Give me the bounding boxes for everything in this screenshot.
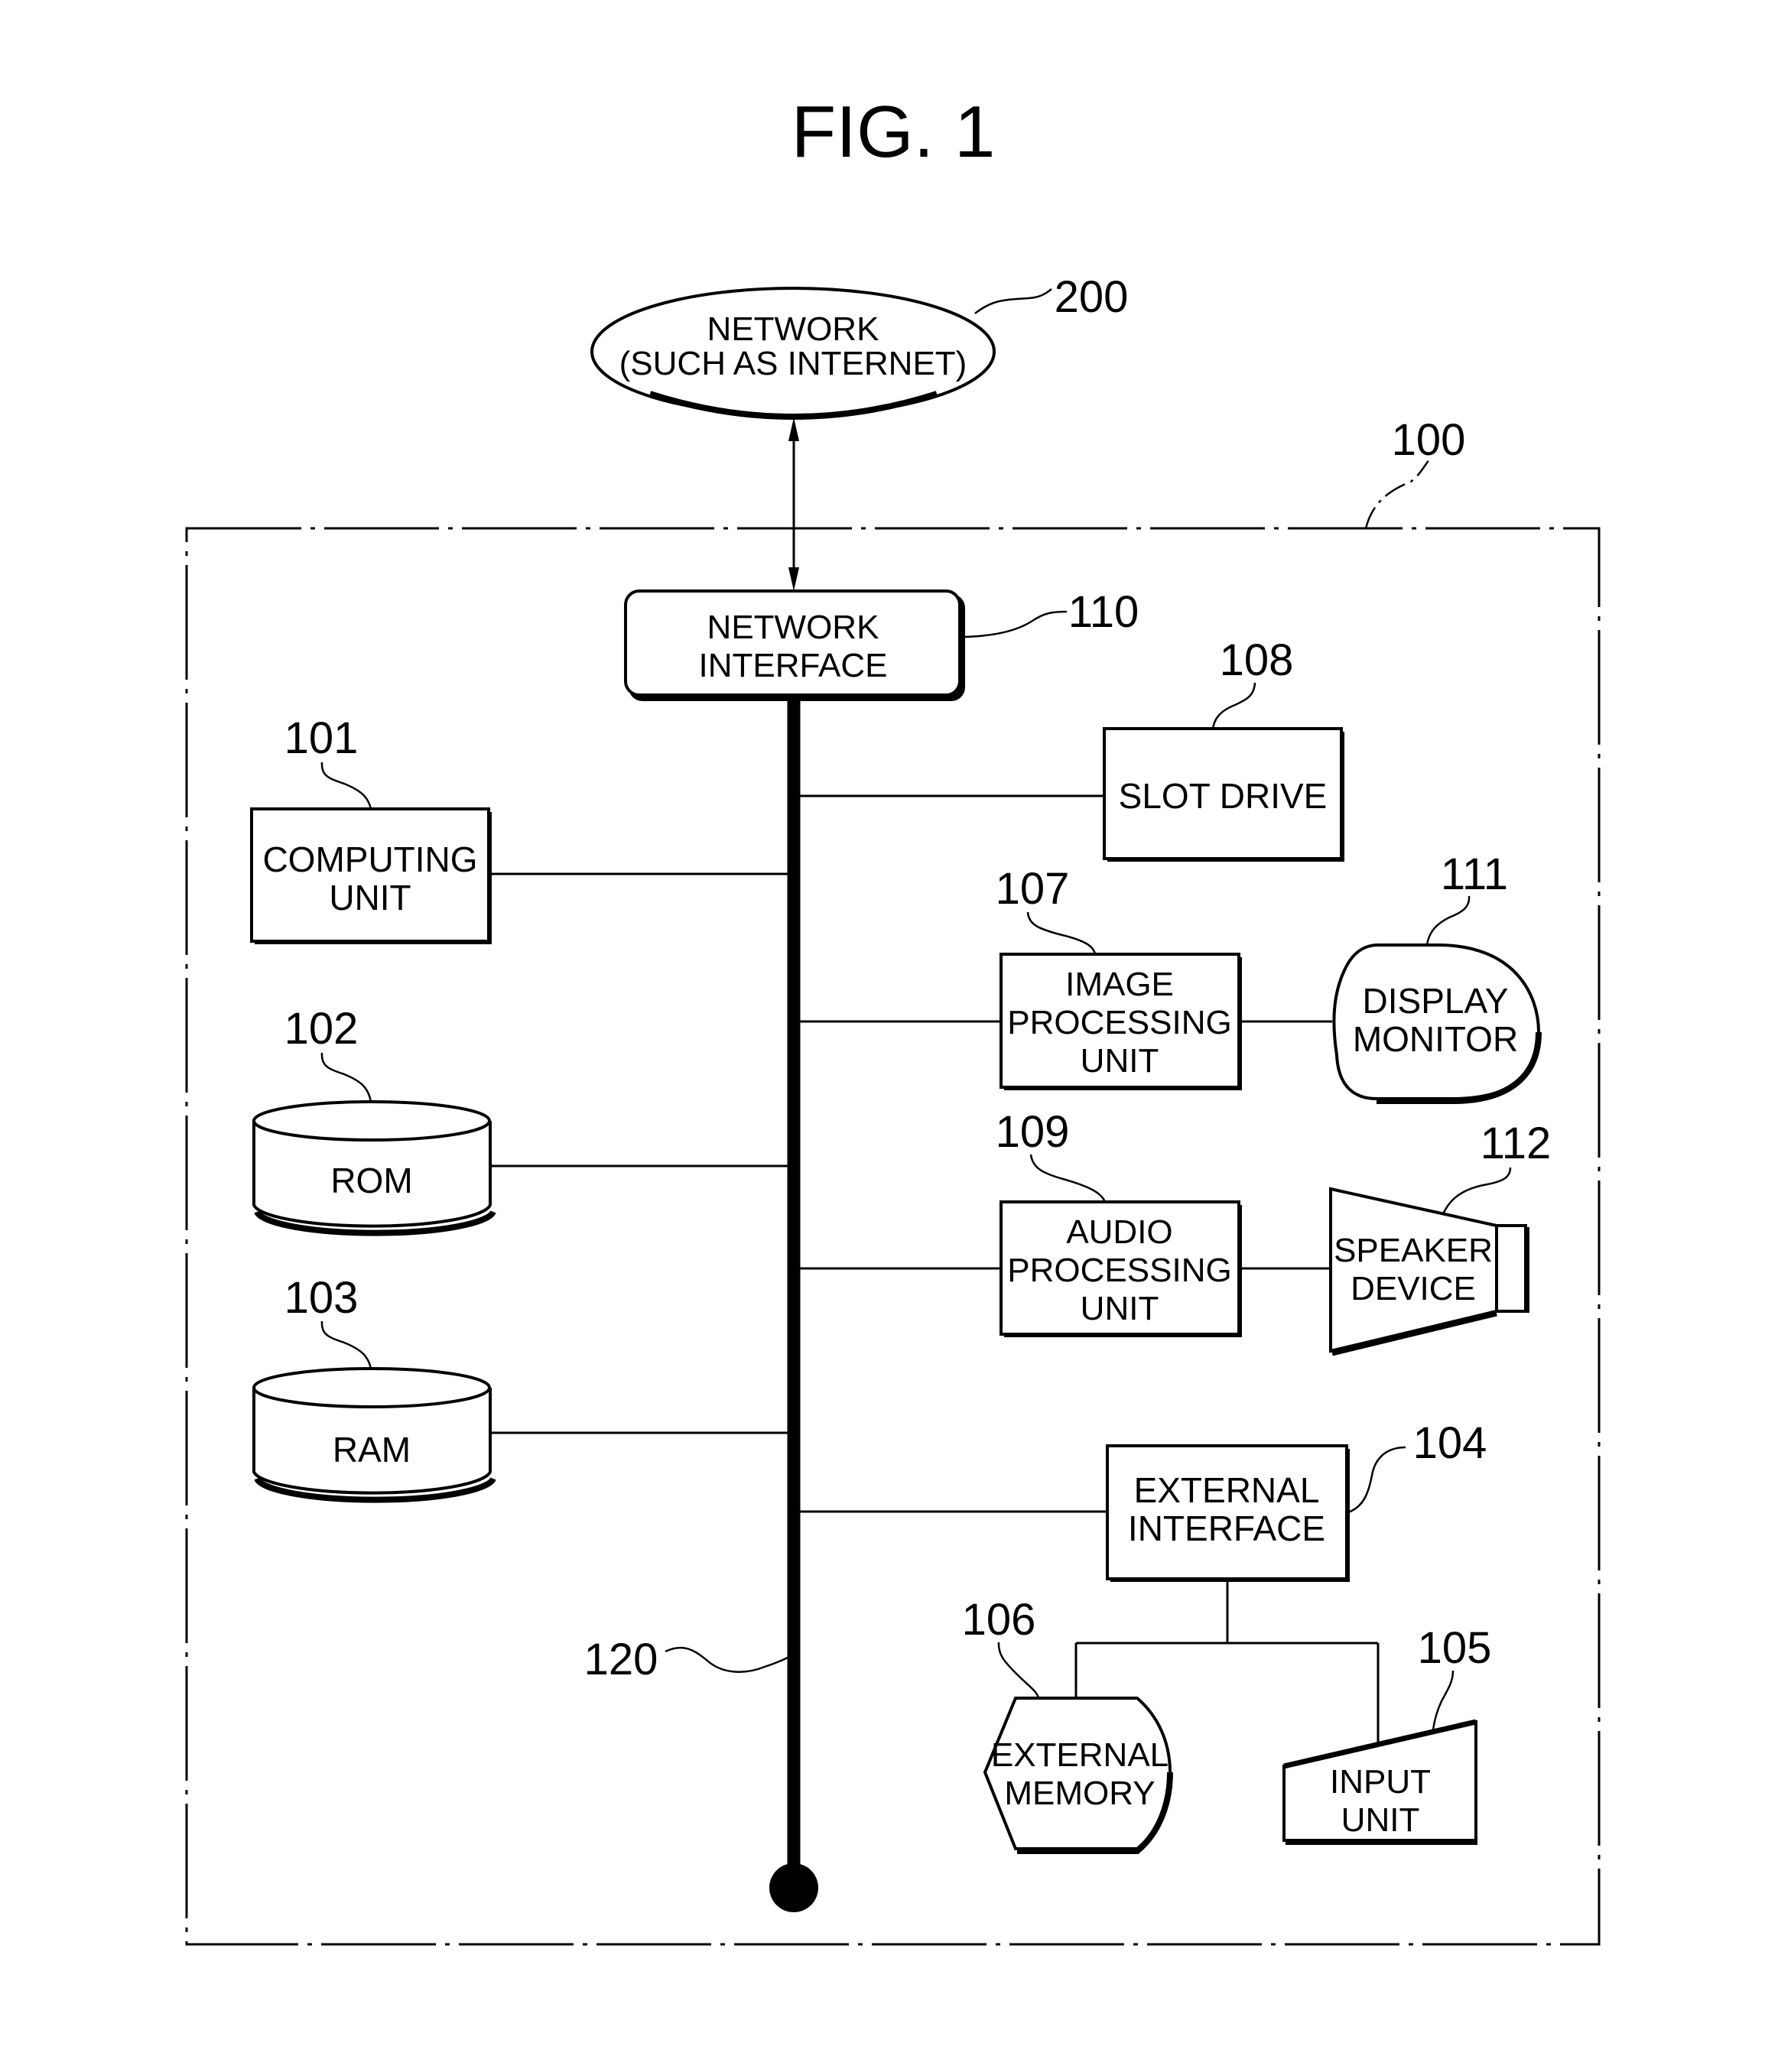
speaker-device-ref-leader [1442,1167,1512,1215]
bus-terminal-dot [769,1863,818,1912]
rom-ref-label: 102 [284,1004,359,1054]
ram-block: RAM [252,1367,496,1503]
bus-ref-leader [665,1646,788,1673]
rom-top [252,1100,491,1142]
external-interface-block: EXTERNAL INTERFACE [1106,1444,1350,1582]
arrowhead-down-icon [788,567,799,591]
audio-processing-line3: UNIT [1081,1290,1159,1327]
external-memory-line1: EXTERNAL [991,1736,1169,1774]
network-interface-block: NETWORK INTERFACE [624,589,965,701]
speaker-magnet [1495,1224,1527,1313]
audio-processing-ref-leader [1029,1154,1107,1203]
image-processing-line3: UNIT [1081,1042,1159,1080]
input-unit-ref-leader [1432,1670,1455,1730]
speaker-device-line1: SPEAKER [1334,1232,1493,1269]
network-label-line1: NETWORK [707,310,879,348]
computing-unit-line2: UNIT [329,878,411,917]
external-interface-line2: INTERFACE [1128,1509,1325,1548]
ram-ref-label: 103 [284,1273,359,1323]
computing-unit-ref-leader [320,762,372,810]
slot-drive-ref-label: 108 [1220,635,1294,685]
network-interface-ref-leader [964,610,1068,638]
input-unit-block: INPUT UNIT [1282,1719,1477,1845]
ram-ref-leader [320,1320,372,1369]
figure-title: FIG. 1 [791,91,996,173]
input-unit-line2: UNIT [1341,1801,1420,1839]
input-unit-ref-label: 105 [1418,1623,1492,1673]
network-ref-leader [974,288,1052,314]
image-processing-line2: PROCESSING [1007,1004,1231,1041]
speaker-device-line2: DEVICE [1351,1270,1476,1307]
speaker-device-block: SPEAKER DEVICE [1329,1187,1529,1356]
bus-ref-label: 120 [584,1635,658,1684]
ram-top [252,1367,491,1408]
image-processing-block: IMAGE PROCESSING UNIT [1000,953,1242,1090]
external-memory-ref-leader [997,1642,1040,1699]
external-memory-block: EXTERNAL MEMORY [983,1697,1173,1854]
network-interface-ref-label: 110 [1068,587,1139,637]
audio-processing-ref-label: 109 [996,1107,1070,1157]
arrowhead-up-icon [788,417,799,441]
apparatus-ref-leader [1364,460,1429,529]
slot-drive-block: SLOT DRIVE [1103,727,1344,862]
display-monitor-line2: MONITOR [1353,1019,1518,1059]
display-monitor-ref-leader [1425,895,1471,946]
display-monitor-ref-label: 111 [1441,849,1508,899]
computing-unit-line1: COMPUTING [262,840,477,879]
slot-drive-ref-leader [1211,682,1256,729]
computing-unit-ref-label: 101 [284,713,359,763]
network-interface-line1: NETWORK [707,609,879,646]
external-interface-ref-label: 104 [1413,1418,1487,1468]
network-interface-line2: INTERFACE [699,647,888,684]
computing-unit-block: COMPUTING UNIT [250,807,492,944]
external-memory-ref-label: 106 [962,1595,1036,1645]
block-diagram: FIG. 1 NETWORK (SUCH AS INTERNET) 200 10… [185,91,1601,1946]
external-memory-line2: MEMORY [1004,1775,1155,1812]
ram-label: RAM [333,1430,411,1470]
input-unit-line1: INPUT [1330,1763,1431,1801]
image-processing-ref-label: 107 [996,864,1070,914]
audio-processing-line1: AUDIO [1066,1213,1172,1251]
rom-block: ROM [252,1100,496,1236]
network-link-arrow [788,417,799,591]
display-monitor-block: DISPLAY MONITOR [1332,943,1542,1104]
network-label-line2: (SUCH AS INTERNET) [619,345,967,382]
speaker-device-ref-label: 112 [1481,1119,1551,1168]
external-interface-line1: EXTERNAL [1134,1470,1320,1510]
external-interface-ref-leader [1347,1446,1406,1514]
image-processing-line1: IMAGE [1065,966,1174,1003]
network-ref-label: 200 [1055,272,1129,322]
rom-ref-leader [320,1052,372,1103]
rom-label: ROM [330,1161,412,1200]
network-node: NETWORK (SUCH AS INTERNET) [590,287,996,420]
apparatus-ref-label: 100 [1392,415,1466,465]
display-monitor-line1: DISPLAY [1363,981,1509,1021]
audio-processing-line2: PROCESSING [1007,1252,1231,1289]
slot-drive-label: SLOT DRIVE [1119,776,1328,816]
audio-processing-block: AUDIO PROCESSING UNIT [1000,1200,1242,1337]
image-processing-ref-leader [1026,911,1097,955]
